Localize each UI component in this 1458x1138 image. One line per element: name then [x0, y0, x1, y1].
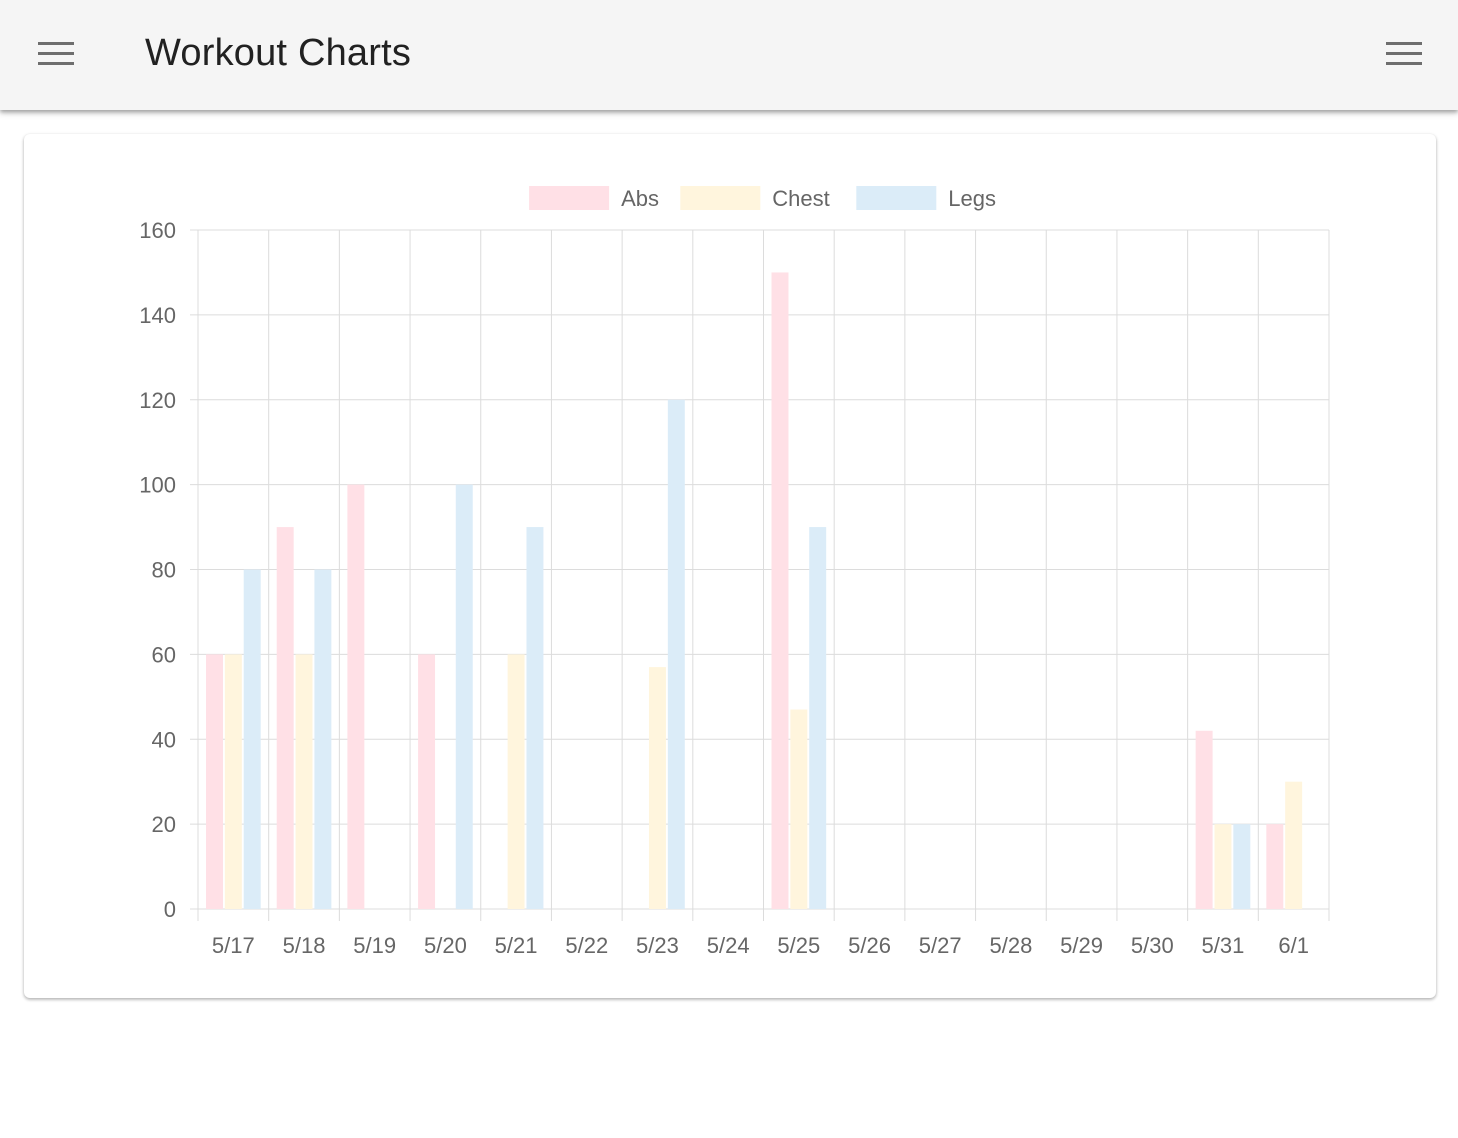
x-tick-label: 5/22: [565, 933, 608, 958]
legend-swatch-chest: [680, 186, 761, 210]
bar-abs: [276, 527, 294, 909]
bar-chest: [648, 667, 666, 909]
bar-chest: [224, 654, 242, 909]
bar-abs: [206, 654, 223, 909]
y-tick-label: 0: [164, 897, 176, 922]
y-tick-label: 40: [152, 727, 176, 752]
bar-chest: [1285, 781, 1303, 909]
bar-abs: [1195, 730, 1213, 909]
y-tick-label: 120: [139, 388, 176, 413]
x-tick-label: 5/20: [424, 933, 467, 958]
legend-swatch-abs: [529, 186, 610, 210]
bar-chest: [295, 654, 313, 909]
x-tick-label: 5/26: [848, 933, 891, 958]
x-tick-label: 5/27: [919, 933, 962, 958]
bar-abs: [347, 484, 365, 909]
y-tick-label: 20: [152, 812, 176, 837]
bar-legs: [243, 569, 261, 909]
bar-abs: [771, 272, 789, 909]
x-tick-label: 6/1: [1278, 933, 1309, 958]
bar-legs: [455, 484, 473, 909]
x-tick-label: 5/31: [1202, 933, 1245, 958]
x-tick-label: 5/19: [353, 933, 396, 958]
chart-card: 0 20 40 60 80 100 120 140 160 5/17 5/18 5/19 5/20 5/2…: [24, 134, 1436, 998]
bar-chest: [790, 709, 808, 909]
legend-label-abs: Abs: [621, 186, 659, 211]
bar-chest: [507, 654, 525, 909]
x-tick-label: 5/25: [777, 933, 820, 958]
bar-abs: [418, 654, 436, 909]
x-tick-label: 5/21: [495, 933, 538, 958]
menu-icon-line: [38, 62, 74, 65]
bar-legs: [809, 527, 827, 909]
bar-chest: [1214, 824, 1232, 909]
y-tick-label: 60: [152, 642, 176, 667]
legend-label-chest: Chest: [772, 186, 829, 211]
menu-icon-line: [1386, 42, 1422, 45]
app-bar: Workout Charts: [0, 0, 1458, 110]
x-tick-label: 5/18: [283, 933, 326, 958]
y-tick-label: 80: [152, 558, 176, 583]
bar-legs: [667, 399, 685, 909]
x-tick-label: 5/30: [1131, 933, 1174, 958]
x-tick-label: 5/17: [212, 933, 255, 958]
x-tick-label: 5/23: [636, 933, 679, 958]
x-tick-label: 5/28: [989, 933, 1032, 958]
menu-icon-line: [38, 52, 74, 55]
menu-icon-line: [1386, 62, 1422, 65]
bar-chart: 0 20 40 60 80 100 120 140 160 5/17 5/18 5/19 5/20 5/2…: [139, 186, 1330, 958]
bar-abs: [1266, 824, 1284, 909]
bar-legs: [314, 569, 332, 909]
bar-legs: [1233, 824, 1251, 909]
page-title: Workout Charts: [145, 32, 412, 74]
menu-icon-line: [38, 42, 74, 45]
bar-legs: [526, 527, 544, 909]
legend-swatch-legs: [856, 186, 937, 210]
x-tick-label: 5/29: [1060, 933, 1103, 958]
legend-label-legs: Legs: [948, 186, 996, 211]
y-tick-label: 160: [139, 218, 176, 243]
overflow-menu-icon[interactable]: [1376, 26, 1432, 82]
menu-icon[interactable]: [28, 26, 84, 82]
x-tick-label: 5/24: [707, 933, 750, 958]
menu-icon-line: [1386, 52, 1422, 55]
y-tick-label: 140: [139, 303, 176, 328]
y-tick-label: 100: [139, 473, 176, 498]
